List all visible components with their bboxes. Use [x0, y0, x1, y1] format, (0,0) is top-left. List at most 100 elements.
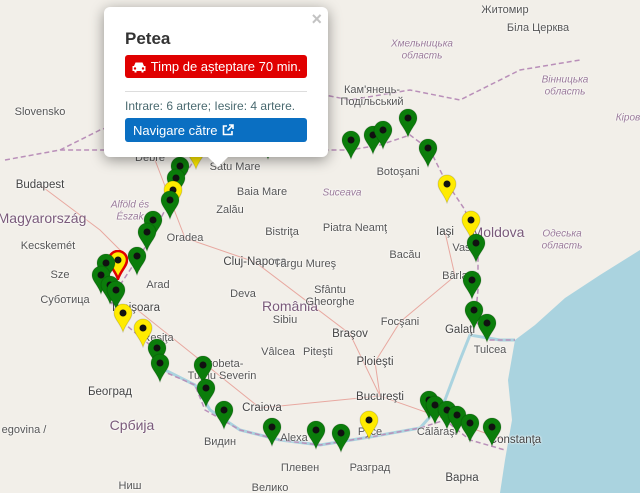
wait-time-text: Timp de așteptare 70 min.	[150, 59, 302, 74]
map-pin-icon	[398, 108, 418, 139]
place-label: Плевен	[280, 462, 320, 474]
map-pin-icon	[150, 353, 170, 384]
place-label: Bucureşti	[356, 391, 404, 403]
place-label: Велико	[251, 482, 289, 493]
place-label: Alexa	[280, 432, 308, 444]
map-pin-icon	[160, 190, 180, 221]
border-crossing-marker-ok[interactable]	[306, 420, 326, 451]
place-label: Србија	[109, 417, 155, 433]
place-label: Craiova	[242, 402, 282, 414]
border-crossing-marker-ok[interactable]	[466, 233, 486, 264]
place-label: Slovensko	[14, 106, 66, 118]
map-pin-icon	[462, 270, 482, 301]
map[interactable]: Житомир Біла Церква Хмельницька область Кам'…	[0, 0, 640, 493]
border-crossing-marker-ok[interactable]	[127, 246, 147, 277]
place-label: Târgu Mureş	[273, 258, 337, 270]
close-button[interactable]: ×	[311, 9, 322, 30]
place-label: Suceava	[322, 187, 362, 199]
place-label: Біла Церква	[506, 22, 570, 34]
place-label: Focşani	[380, 316, 420, 328]
place-label: область	[544, 86, 586, 98]
map-pin-icon	[466, 233, 486, 264]
wait-time-badge: Timp de așteptare 70 min.	[125, 55, 307, 78]
map-pin-icon	[306, 420, 326, 451]
place-label: Разград	[349, 462, 391, 474]
place-label: область	[401, 50, 443, 62]
place-label: Sibiu	[272, 314, 298, 326]
map-pin-icon	[341, 130, 361, 161]
map-pin-icon	[113, 303, 133, 334]
place-label: Gheorghe	[305, 296, 355, 308]
place-label: Ploieşti	[356, 356, 394, 368]
place-label: Одеська	[542, 228, 582, 240]
map-pin-icon	[359, 410, 379, 441]
map-pin-icon	[418, 138, 438, 169]
map-pin-icon	[262, 417, 282, 448]
crossing-popup: × Petea Timp de așteptare 70 min. Intrar…	[104, 7, 328, 157]
place-label: Oradea	[166, 232, 204, 244]
border-crossing-marker-medium[interactable]	[437, 174, 457, 205]
border-crossing-marker-ok[interactable]	[460, 413, 480, 444]
place-label: Észak	[116, 211, 144, 223]
place-label: Житомир	[481, 4, 529, 16]
place-label: Magyarország	[0, 210, 87, 226]
border-crossing-marker-ok[interactable]	[398, 108, 418, 139]
map-pin-icon	[331, 423, 351, 454]
lanes-info: Intrare: 6 artere; Iesire: 4 artere.	[125, 99, 296, 113]
map-pin-icon	[460, 413, 480, 444]
border-crossing-marker-ok[interactable]	[341, 130, 361, 161]
border-crossing-marker-medium[interactable]	[359, 410, 379, 441]
place-label: Хмельницька	[391, 38, 453, 50]
border-crossing-marker-ok[interactable]	[462, 270, 482, 301]
place-label: Botoşani	[376, 166, 420, 178]
place-label: Београд	[87, 386, 133, 398]
place-label: Подільський	[340, 96, 404, 108]
place-label: Кіров	[615, 112, 640, 124]
black-sea	[500, 250, 640, 493]
place-label: egovina /	[1, 424, 47, 436]
popup-tip	[206, 155, 230, 167]
place-label: Baia Mare	[236, 186, 288, 198]
place-label: Bistriţa	[265, 226, 299, 238]
place-label: Zalău	[216, 204, 244, 216]
border-crossing-marker-ok[interactable]	[331, 423, 351, 454]
place-label: Kecskemét	[20, 240, 76, 252]
place-label: Видин	[203, 436, 237, 448]
car-icon	[132, 62, 146, 72]
place-label: Piteşti	[303, 346, 333, 358]
divider	[125, 91, 307, 92]
place-label: Vâlcea	[261, 346, 295, 358]
place-label: Braşov	[332, 328, 368, 340]
place-label: Sze	[50, 269, 70, 281]
border-crossing-marker-ok[interactable]	[477, 313, 497, 344]
place-label: Sfântu	[314, 284, 346, 296]
map-pin-icon	[477, 313, 497, 344]
map-pin-icon	[214, 400, 234, 431]
border-crossing-marker-ok[interactable]	[150, 353, 170, 384]
navigate-button[interactable]: Navigare către	[125, 118, 307, 142]
border-crossing-marker-ok[interactable]	[196, 378, 216, 409]
place-label: Alföld és	[110, 199, 150, 211]
place-label: Вінницька	[541, 74, 589, 86]
place-label: Bacău	[389, 249, 421, 261]
border-crossing-marker-ok[interactable]	[160, 190, 180, 221]
border-crossing-marker-ok[interactable]	[482, 417, 502, 448]
map-pin-icon	[482, 417, 502, 448]
border-crossing-marker-medium[interactable]	[113, 303, 133, 334]
place-label: Суботица	[40, 294, 90, 306]
place-label: Arad	[146, 279, 170, 291]
place-label: Iaşi	[436, 226, 454, 238]
map-pin-icon	[196, 378, 216, 409]
border-crossing-marker-ok[interactable]	[418, 138, 438, 169]
place-label: Tulcea	[473, 344, 507, 356]
map-pin-icon	[437, 174, 457, 205]
border-crossing-marker-ok[interactable]	[214, 400, 234, 431]
place-label: Варна	[445, 472, 479, 484]
place-label: область	[541, 240, 583, 252]
border-crossing-marker-ok[interactable]	[373, 120, 393, 151]
map-pin-icon	[127, 246, 147, 277]
navigate-label: Navigare către	[133, 122, 218, 138]
place-label: Ниш	[118, 480, 142, 492]
external-link-icon	[222, 124, 234, 136]
border-crossing-marker-ok[interactable]	[262, 417, 282, 448]
